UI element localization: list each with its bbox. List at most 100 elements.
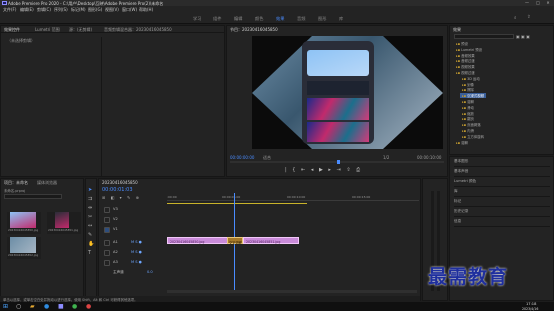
mute-solo-icons[interactable]: M S ● — [131, 240, 142, 244]
share-icon[interactable]: ⇪ — [527, 15, 531, 20]
effects-tree-item[interactable]: ▸▪ 音频过渡 — [454, 58, 477, 63]
workspace-learn[interactable]: 学习 — [193, 16, 201, 22]
effects-tree-item[interactable]: ▸▪ 溶解 — [460, 99, 476, 104]
effects-search-input[interactable] — [454, 34, 514, 39]
ripple-edit-tool-icon[interactable]: ⇹ — [88, 205, 92, 211]
panel-section-header[interactable]: 标记 — [454, 199, 550, 207]
effects-tree-item[interactable]: ▸▪ 缩放 — [460, 111, 476, 116]
timeline-ruler[interactable]: :00:00 00:00:05:00 00:00:10:00 00:00:15:… — [167, 195, 419, 201]
step-forward-frame-icon[interactable]: ▸ — [328, 167, 333, 173]
start-icon[interactable]: ⊞ — [3, 303, 8, 310]
program-monitor-tab[interactable]: 节目：20230416045850 — [230, 27, 278, 33]
project-search-input[interactable] — [4, 194, 62, 199]
windows-taskbar: ⊞ ○ ▰ ● ■ ● ● 17:18 2023/4/16 — [0, 302, 554, 311]
browser-icon[interactable]: ● — [44, 303, 49, 310]
timeline-tool-icons[interactable]: ⊞ ◧ ▾ ✎ ⊕ — [102, 195, 141, 200]
search-icon[interactable]: ○ — [16, 303, 21, 310]
effects-tree-item[interactable]: ▸▪ 音频效果 — [454, 53, 477, 58]
lock-icon[interactable] — [104, 207, 110, 213]
step-back-frame-icon[interactable]: ◂ — [311, 167, 316, 173]
effects-tree-label: 溶解 — [467, 100, 474, 104]
step-back-icon[interactable]: { — [292, 167, 297, 173]
workspace-graphics[interactable]: 图形 — [318, 16, 326, 22]
track-select-tool-icon[interactable]: ⇉ — [88, 196, 92, 202]
work-area-bar[interactable] — [167, 203, 307, 204]
project-item-3[interactable]: 20230416045852.jpg — [7, 237, 41, 259]
effects-tree-item[interactable]: ▸▪ 视频过渡 — [454, 70, 477, 75]
workspace-color[interactable]: 颜色 — [255, 16, 263, 22]
effects-tree-item[interactable]: ▸▪ Lumetri 预设 — [454, 47, 484, 52]
resolution-dropdown[interactable]: 1/2 — [383, 155, 389, 160]
razor-tool-icon[interactable]: ✂ — [88, 214, 92, 220]
panel-section-header[interactable]: 信息 — [454, 219, 550, 227]
go-to-out-icon[interactable]: ⇥ — [337, 167, 343, 173]
panel-section-header[interactable]: 基本图形 — [454, 159, 550, 167]
selection-tool-icon[interactable]: ➤ — [88, 187, 92, 193]
lock-icon[interactable] — [104, 260, 110, 266]
go-to-in-icon[interactable]: ⇤ — [301, 167, 307, 173]
playhead-marker[interactable] — [337, 160, 340, 164]
effects-tree-item[interactable]: ▸▪ 翻页 — [460, 116, 476, 121]
workspace-assembly[interactable]: 组件 — [213, 16, 221, 22]
lock-icon[interactable] — [104, 217, 110, 223]
wechat-icon[interactable]: ● — [72, 303, 77, 310]
tab-lumetri-scopes[interactable]: Lumetri 范围 — [35, 27, 60, 33]
effects-tree-item[interactable]: ▸▪ 3D 运动 — [460, 76, 482, 81]
search-icon[interactable]: ⌕ — [514, 15, 517, 21]
transition-cross-dissolve[interactable]: 交叉溶解 — [227, 237, 243, 245]
effects-tree-item[interactable]: ▸▪ 划像 — [460, 82, 476, 87]
effects-tree-item[interactable]: ▸▪ 立方体旋转 — [460, 134, 486, 139]
workspace-libraries[interactable]: 库 — [339, 16, 343, 22]
tab-source[interactable]: 源：(无剪辑) — [69, 27, 92, 33]
effects-tree-item[interactable]: ▸▪ 擦除 — [460, 87, 476, 92]
project-item-2[interactable]: 20230416045851.jpg — [47, 212, 81, 234]
project-item-1[interactable]: 20230416045850.jpg — [7, 212, 41, 234]
mark-in-icon[interactable]: | — [285, 167, 289, 173]
tab-project[interactable]: 项目：未命名 — [4, 180, 28, 186]
pen-tool-icon[interactable]: ✎ — [88, 232, 92, 238]
workspace-effects[interactable]: 效果 — [276, 16, 284, 22]
type-tool-icon[interactable]: T — [88, 250, 91, 256]
timeline-scrollbar[interactable] — [167, 290, 417, 293]
master-volume[interactable]: 0.0 — [147, 270, 153, 274]
slip-tool-icon[interactable]: ↔ — [88, 223, 92, 229]
lock-icon[interactable] — [104, 250, 110, 256]
effects-tree-item[interactable]: ▸▪ 视频效果 — [454, 64, 477, 69]
timeline-tab[interactable]: 20230416045850 — [102, 180, 138, 185]
timeline-timecode[interactable]: 00:00:01:03 — [102, 187, 133, 193]
panel-section-header[interactable]: Lumetri 颜色 — [454, 179, 550, 187]
premiere-taskbar-icon[interactable]: ■ — [58, 303, 64, 310]
panel-section-header[interactable]: 基本声音 — [454, 169, 550, 177]
effects-tree-item[interactable]: ▸▪ 页面剥落 — [460, 122, 483, 127]
effects-tab[interactable]: 效果 — [453, 27, 461, 33]
panel-section-header[interactable]: 库 — [454, 189, 550, 197]
clip-1[interactable]: 20230416045850.jpg — [167, 237, 229, 244]
program-timecode-left[interactable]: 00:00:00:00 — [230, 155, 254, 160]
effects-tree-item[interactable]: ▸▪ 滑动 — [460, 105, 476, 110]
program-viewer[interactable] — [252, 36, 443, 149]
mute-solo-icons[interactable]: M S ● — [131, 250, 142, 254]
hand-tool-icon[interactable]: ✋ — [88, 241, 94, 247]
effects-tree-item[interactable]: ▸▪ 溶解 — [454, 140, 470, 145]
lock-icon[interactable] — [104, 227, 110, 233]
tab-media-browser[interactable]: 媒体浏览器 — [37, 180, 57, 186]
lock-icon[interactable] — [104, 240, 110, 246]
clip-2[interactable]: 20230416045851.jpg — [243, 237, 299, 244]
panel-section-header[interactable]: 历史记录 — [454, 209, 550, 217]
export-frame-icon[interactable]: ⎙ — [356, 167, 362, 173]
tab-effect-controls[interactable]: 效果控件 — [4, 27, 20, 33]
file-explorer-icon[interactable]: ▰ — [30, 303, 35, 310]
workspace-audio[interactable]: 音频 — [297, 16, 305, 22]
app-icon[interactable]: ● — [86, 303, 91, 310]
lift-icon[interactable]: ⇧ — [346, 167, 352, 173]
tab-audio-clip-mixer[interactable]: 音频剪辑混合器：20230416045850 — [104, 27, 172, 33]
transport-controls[interactable]: | { ⇤ ◂ ▶ ▸ ⇥ ⇧ ⎙ — [285, 167, 362, 173]
clock-time: 17:18 — [526, 302, 537, 306]
effects-tree-item[interactable]: ▸▪ 沉浸式视频 — [460, 93, 487, 99]
effects-tree-item[interactable]: ▸▪ 内滑 — [460, 128, 476, 133]
effects-tree-item[interactable]: ▸▪ 预设 — [454, 41, 470, 46]
play-icon[interactable]: ▶ — [319, 167, 325, 173]
mute-solo-icons[interactable]: M S ● — [131, 260, 142, 264]
effects-filter-icons[interactable]: ▣ ▣ ▣ — [516, 34, 530, 39]
workspace-editing[interactable]: 编辑 — [234, 16, 242, 22]
